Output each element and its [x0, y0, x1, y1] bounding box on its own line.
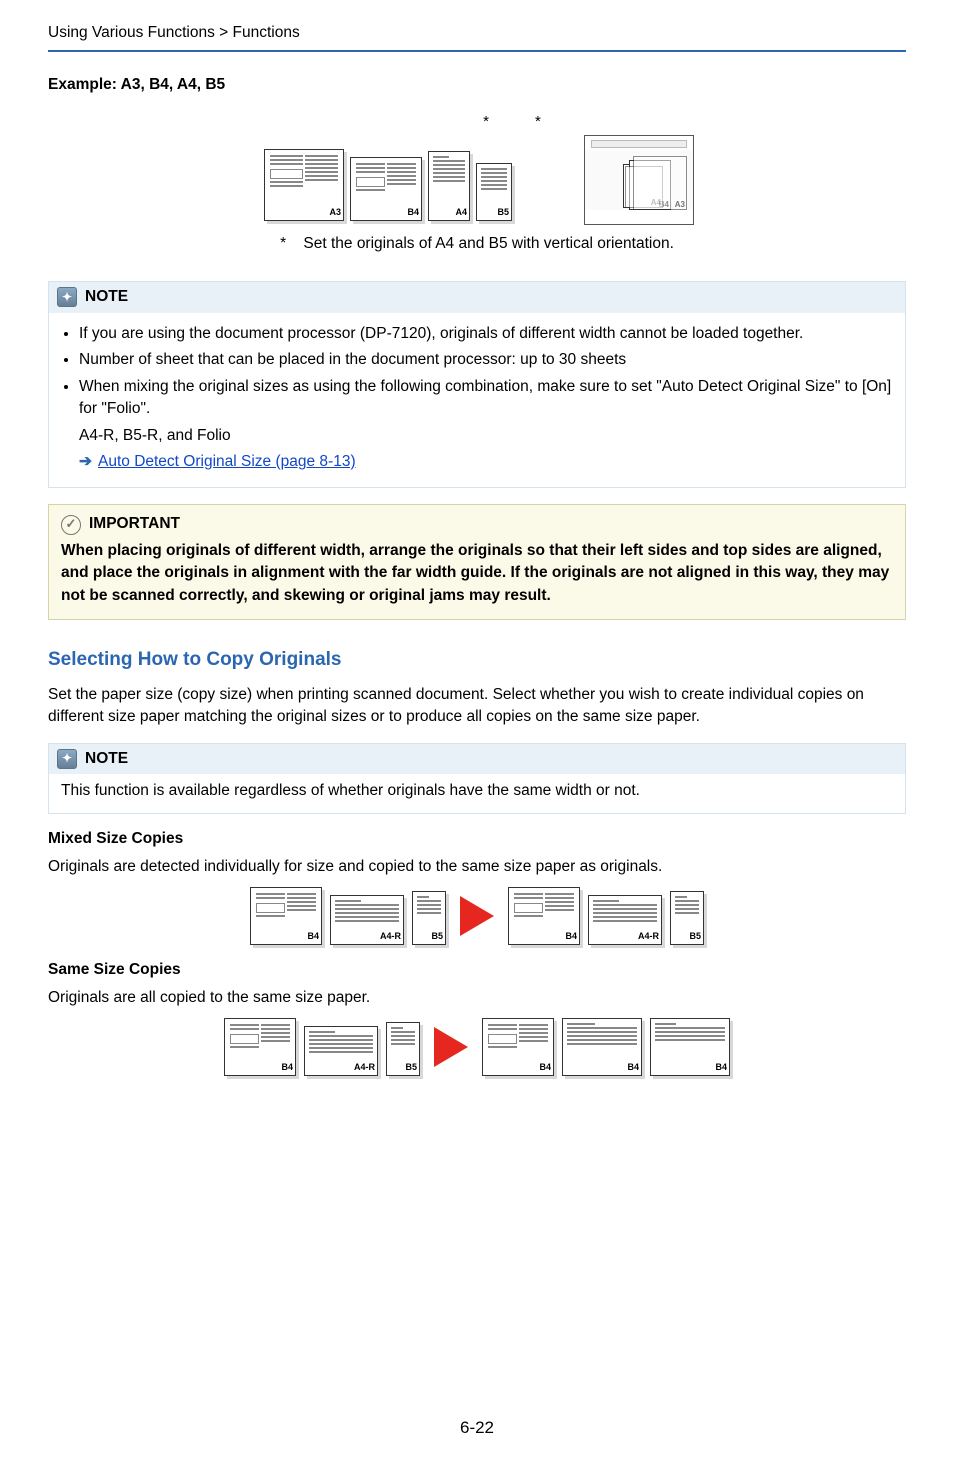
mixed-heading: Mixed Size Copies [48, 828, 906, 850]
note-title: NOTE [85, 748, 128, 770]
machine-illustration: B5 B4 A4 A3 [584, 135, 694, 225]
note-item: If you are using the document processor … [79, 323, 893, 345]
original-a3: A3 [264, 149, 344, 221]
note-item: When mixing the original sizes as using … [79, 376, 893, 474]
mixed-flow-diagram: B4 A4-R B5 B4 A4-R B5 [48, 887, 906, 945]
arrow-right-icon [434, 1027, 468, 1067]
example-diagram: A3 B4 A4 B5 B5 B4 [48, 135, 906, 225]
note-callout: ✦ NOTE If you are using the document pro… [48, 281, 906, 488]
mixed-desc: Originals are detected individually for … [48, 856, 906, 878]
original-b5: B5 [476, 163, 512, 221]
auto-detect-link[interactable]: Auto Detect Original Size (page 8-13) [98, 453, 356, 470]
important-body: When placing originals of different widt… [61, 540, 893, 607]
asterisk-marker: * [483, 111, 489, 133]
same-heading: Same Size Copies [48, 959, 906, 981]
same-desc: Originals are all copied to the same siz… [48, 987, 906, 1009]
arrow-icon: ➔ [79, 453, 92, 470]
original-a4: A4 [428, 151, 470, 221]
same-flow-diagram: B4 A4-R B5 B4 B4 B4 [48, 1018, 906, 1076]
note-icon: ✦ [57, 287, 77, 307]
note-title: NOTE [85, 286, 128, 308]
asterisk-marker: * [535, 111, 541, 133]
section-heading: Selecting How to Copy Originals [48, 646, 906, 674]
example-heading: Example: A3, B4, A4, B5 [48, 74, 906, 96]
note-item: Number of sheet that can be placed in th… [79, 349, 893, 371]
arrow-right-icon [460, 896, 494, 936]
original-b4: B4 [350, 157, 422, 221]
section-paragraph: Set the paper size (copy size) when prin… [48, 684, 906, 729]
check-icon: ✓ [61, 515, 81, 535]
note-callout-2: ✦ NOTE This function is available regard… [48, 743, 906, 814]
footnote: * Set the originals of A4 and B5 with ve… [48, 233, 906, 255]
important-title: IMPORTANT [89, 513, 180, 535]
note-body: This function is available regardless of… [49, 774, 905, 812]
important-callout: ✓ IMPORTANT When placing originals of di… [48, 504, 906, 620]
note-icon: ✦ [57, 749, 77, 769]
page-number: 6-22 [48, 1416, 906, 1441]
breadcrumb: Using Various Functions > Functions [48, 22, 906, 52]
